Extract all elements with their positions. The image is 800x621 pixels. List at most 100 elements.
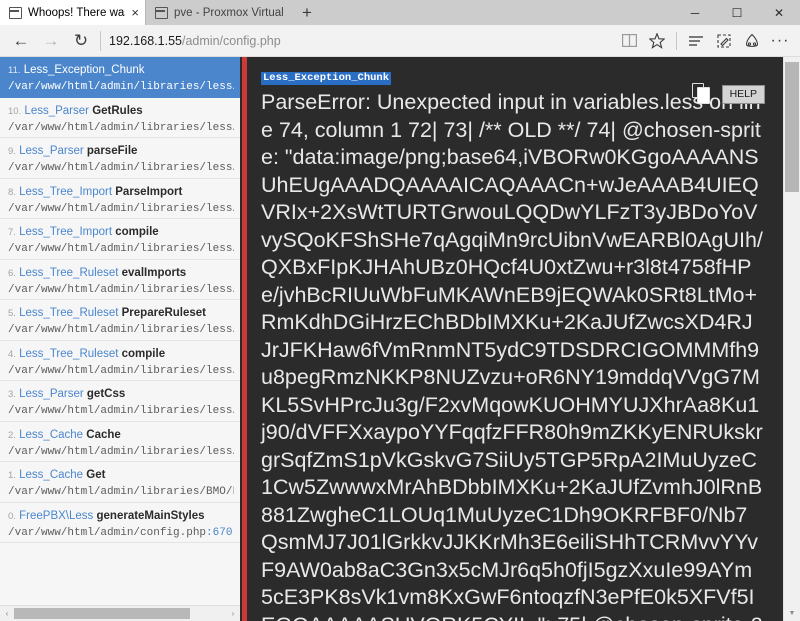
stack-frame-file: /var/www/html/admin/libraries/less/Less.… — [8, 161, 234, 176]
browser-tab-title: Whoops! There was an e — [28, 6, 125, 19]
stack-frame-row[interactable]: 9. Less_Parser parseFile/var/www/html/ad… — [0, 138, 240, 179]
hub-lines-glyph — [689, 35, 703, 46]
stack-frame-file-path: /var/www/html/admin/libraries/less/Less.… — [8, 162, 234, 174]
stack-frame-index: 3. — [8, 389, 16, 400]
refresh-icon[interactable]: ↻ — [66, 26, 96, 56]
more-options-icon[interactable]: ··· — [766, 27, 794, 55]
browser-toolbar: ← → ↻ 192.168.1.55/admin/config.php ··· — [0, 25, 800, 57]
address-path: /admin/config.php — [182, 33, 281, 48]
stack-frame-signature: 9. Less_Parser parseFile — [8, 144, 234, 159]
stack-frame-file-path: /var/www/html/admin/libraries/less/Cache… — [8, 405, 234, 417]
stack-frame-file-path: /var/www/html/admin/libraries/less/Less.… — [8, 121, 234, 134]
frames-hscroll-thumb[interactable] — [14, 608, 190, 619]
address-bar-input[interactable]: 192.168.1.55/admin/config.php — [109, 26, 615, 56]
maximize-icon[interactable]: ☐ — [716, 0, 758, 25]
copy-to-clipboard-icon[interactable] — [691, 83, 713, 105]
stack-frame-function: evalImports — [121, 266, 187, 279]
stack-frame-class: FreePBX\Less — [19, 509, 94, 522]
stack-frame-class: Less_Tree_Ruleset — [19, 307, 119, 319]
new-tab-button[interactable]: + — [290, 0, 324, 25]
stack-frame-row[interactable]: 11. Less_Exception_Chunk /var/www/html/a… — [0, 57, 240, 98]
stack-frame-index: 9. — [8, 146, 16, 157]
stack-frame-file: /var/www/html/admin/libraries/less/Less.… — [8, 283, 234, 298]
exception-details-panel: Less_Exception_Chunk HELP ParseError: Un… — [247, 57, 783, 621]
stack-frame-class: Less_Tree_Import — [19, 185, 113, 198]
share-glyph — [745, 33, 759, 47]
browser-window: Whoops! There was an e × pve - Proxmox V… — [0, 0, 800, 621]
stack-frame-row[interactable]: 3. Less_Parser getCss/var/www/html/admin… — [0, 381, 240, 422]
scroll-left-icon[interactable]: ‹ — [0, 606, 14, 621]
stack-frame-row[interactable]: 7. Less_Tree_Import compile/var/www/html… — [0, 219, 240, 260]
stack-frame-signature: 5. Less_Tree_Ruleset PrepareRuleset — [8, 306, 234, 321]
scroll-right-icon[interactable]: › — [226, 606, 240, 621]
stack-frame-class: Less_Cache — [19, 428, 84, 441]
stack-frame-file: /var/www/html/admin/libraries/BMO/Less.c… — [8, 485, 234, 500]
stack-frame-row[interactable]: 10. Less_Parser GetRules/var/www/html/ad… — [0, 97, 240, 138]
close-icon[interactable]: × — [131, 6, 139, 19]
frames-horizontal-scrollbar[interactable]: ‹ › — [0, 605, 240, 621]
close-icon[interactable]: ✕ — [758, 0, 800, 25]
stack-frame-index: 2. — [8, 429, 16, 441]
stack-frame-row[interactable]: 2. Less_Cache Cache/var/www/html/admin/l… — [0, 421, 240, 462]
stack-frame-function: compile — [115, 226, 159, 238]
help-button[interactable]: HELP — [721, 84, 765, 104]
stack-frame-function: GetRules — [92, 104, 143, 117]
stack-frame-function: parseFile — [86, 145, 138, 157]
stack-frame-file-path: /var/www/html/admin/libraries/less/Less.… — [8, 243, 234, 255]
page-icon — [9, 6, 22, 19]
hub-icon[interactable] — [682, 27, 710, 55]
share-icon[interactable] — [738, 27, 766, 55]
stack-frame-file-path: /var/www/html/admin/libraries/less/Less.… — [8, 364, 234, 377]
stack-frame-row[interactable]: 6. Less_Tree_Ruleset evalImports/var/www… — [0, 259, 240, 300]
stack-frame-file-path: /var/www/html/admin/libraries/less/Less.… — [8, 81, 234, 93]
tab-strip: Whoops! There was an e × pve - Proxmox V… — [0, 0, 800, 25]
stack-frame-row[interactable]: 5. Less_Tree_Ruleset PrepareRuleset/var/… — [0, 300, 240, 341]
stack-frame-function: compile — [121, 347, 166, 360]
stack-frame-function: ParseImport — [115, 185, 183, 198]
scroll-down-icon[interactable]: ▼ — [784, 605, 800, 621]
stack-frame-class: Less_Parser — [19, 388, 84, 400]
star-glyph — [649, 32, 665, 49]
stack-frame-class: Less_Tree_Import — [19, 226, 113, 238]
stack-frame-row[interactable]: 0. FreePBX\Less generateMainStyles/var/w… — [0, 502, 240, 543]
stack-frame-file-path: /var/www/html/admin/libraries/less/Less.… — [8, 202, 234, 215]
stack-frame-index: 10. — [8, 105, 22, 117]
stack-frame-signature: 6. Less_Tree_Ruleset evalImports — [8, 266, 234, 281]
stack-frame-index: 8. — [8, 186, 16, 198]
stack-frame-row[interactable]: 8. Less_Tree_Import ParseImport/var/www/… — [0, 178, 240, 219]
stack-frame-signature: 10. Less_Parser GetRules — [8, 104, 234, 119]
toolbar-actions: ··· — [615, 27, 794, 55]
stack-frame-file: /var/www/html/admin/libraries/less/Less.… — [8, 202, 234, 217]
stack-frame-signature: 0. FreePBX\Less generateMainStyles — [8, 509, 234, 524]
page-vertical-scrollbar[interactable]: ▲ ▼ — [783, 57, 800, 621]
browser-tab-title: pve - Proxmox Virtual Envirc — [174, 6, 284, 19]
stack-frame-index: 1. — [8, 470, 16, 481]
stack-frame-file-path: /var/www/html/admin/libraries/less/Less.… — [8, 283, 234, 296]
back-icon[interactable]: ← — [6, 26, 36, 56]
reading-view-icon[interactable] — [615, 27, 643, 55]
minimize-icon[interactable]: ─ — [674, 0, 716, 25]
web-note-icon[interactable] — [710, 27, 738, 55]
browser-tab-whoops[interactable]: Whoops! There was an e × — [0, 0, 145, 25]
stack-frame-signature: 1. Less_Cache Get — [8, 468, 234, 483]
page-vscroll-thumb[interactable] — [785, 62, 799, 192]
stack-frames-panel: 11. Less_Exception_Chunk /var/www/html/a… — [0, 57, 240, 621]
stack-frame-signature: 8. Less_Tree_Import ParseImport — [8, 185, 234, 200]
browser-tab-proxmox[interactable]: pve - Proxmox Virtual Envirc — [145, 0, 290, 25]
stack-frame-row[interactable]: 4. Less_Tree_Ruleset compile/var/www/htm… — [0, 340, 240, 381]
book-glyph — [621, 34, 637, 47]
stack-frame-class: Less_Exception_Chunk — [23, 64, 145, 76]
stack-frame-row[interactable]: 1. Less_Cache Get/var/www/html/admin/lib… — [0, 462, 240, 503]
stack-frame-signature: 4. Less_Tree_Ruleset compile — [8, 347, 234, 362]
stack-frames-list[interactable]: 11. Less_Exception_Chunk /var/www/html/a… — [0, 57, 240, 605]
stack-frame-line-number: :670 — [206, 526, 233, 539]
stack-frame-function: Cache — [86, 428, 121, 441]
forward-icon[interactable]: → — [36, 26, 66, 56]
favorites-star-icon[interactable] — [643, 27, 671, 55]
address-host: 192.168.1.55 — [109, 33, 182, 48]
stack-frame-file-path: /var/www/html/admin/config.php — [8, 526, 207, 539]
pencil-square-glyph — [717, 33, 731, 48]
page-viewport: 11. Less_Exception_Chunk /var/www/html/a… — [0, 57, 800, 621]
stack-frame-file: /var/www/html/admin/config.php:670 — [8, 526, 234, 541]
stack-frame-file: /var/www/html/admin/libraries/less/Less.… — [8, 364, 234, 379]
